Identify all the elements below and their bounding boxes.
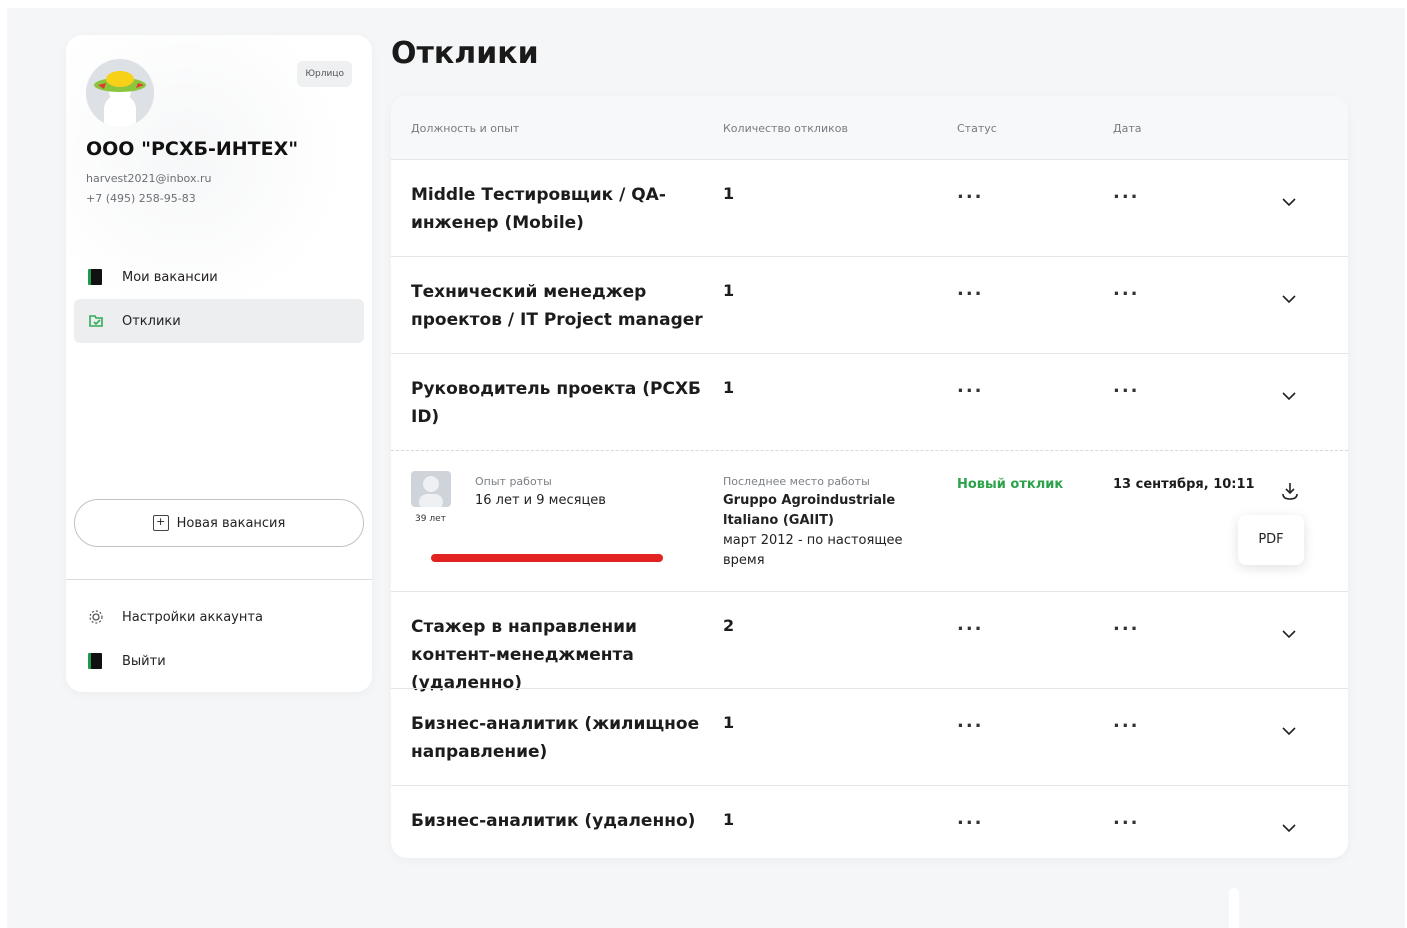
- status-badge: Новый отклик: [957, 477, 1064, 492]
- response-count: 1: [723, 378, 735, 397]
- folder-icon: [88, 313, 103, 329]
- table-header: Должность и опыт Количество откликов Ста…: [391, 96, 1348, 159]
- vacancy-title: Бизнес-аналитик (жилищное направление): [411, 714, 700, 762]
- date-value: ...: [1113, 808, 1140, 829]
- last-job-period: март 2012 - по настоящее время: [723, 533, 903, 568]
- company-name: ООО "РСХБ-ИНТЕХ": [86, 138, 299, 160]
- experience-label: Опыт работы: [475, 475, 552, 488]
- date-value: ...: [1113, 376, 1140, 397]
- status-value: ...: [957, 376, 984, 397]
- pdf-menu-item[interactable]: PDF: [1238, 515, 1304, 565]
- status-value: ...: [957, 279, 984, 300]
- last-job-company: Gruppo Agroindustriale ltaliano (GAIIT): [723, 493, 896, 528]
- vacancy-title: Стажер в направлении контент-менеджмента…: [411, 617, 637, 693]
- chevron-down-icon[interactable]: [1281, 291, 1297, 307]
- sidebar-item-my-vacancies[interactable]: Мои вакансии: [74, 255, 364, 299]
- new-vacancy-button[interactable]: + Новая вакансия: [74, 499, 364, 547]
- header-count: Количество откликов: [723, 122, 848, 135]
- header-position: Должность и опыт: [411, 122, 520, 135]
- response-count: 1: [723, 281, 735, 300]
- response-date: 13 сентября, 10:11: [1113, 477, 1255, 492]
- chevron-down-icon[interactable]: [1281, 723, 1297, 739]
- response-count: 1: [723, 713, 735, 732]
- table-row[interactable]: Бизнес-аналитик (жилищное направление) 1…: [391, 688, 1348, 785]
- company-avatar: [86, 59, 154, 127]
- header-status: Статус: [957, 122, 997, 135]
- vacancy-title: Руководитель проекта (РСХБ ID): [411, 379, 702, 427]
- new-vacancy-label: Новая вакансия: [176, 515, 286, 531]
- page-title: Отклики: [391, 36, 539, 71]
- status-value: ...: [957, 182, 984, 203]
- status-value: ...: [957, 808, 984, 829]
- highlight-bar: [431, 554, 663, 562]
- sidebar-item-account-settings[interactable]: Настройки аккаунта: [74, 595, 364, 639]
- status-value: ...: [957, 711, 984, 732]
- legal-entity-badge: Юрлицо: [297, 61, 352, 87]
- vacancy-title: Бизнес-аналитик (удаленно): [411, 811, 696, 831]
- response-count: 1: [723, 184, 735, 203]
- vacancy-title: Middle Тестировщик / QA-инженер (Mobile): [411, 185, 666, 233]
- chevron-down-icon[interactable]: [1281, 626, 1297, 642]
- date-value: ...: [1113, 614, 1140, 635]
- date-value: ...: [1113, 711, 1140, 732]
- company-phone: +7 (495) 258-95-83: [86, 192, 196, 205]
- table-row[interactable]: Бизнес-аналитик (удаленно) 1 ... ...: [391, 785, 1348, 858]
- table-row[interactable]: Технический менеджер проектов / IT Proje…: [391, 256, 1348, 353]
- book-icon: [88, 269, 102, 285]
- sidebar-item-responses[interactable]: Отклики: [74, 299, 364, 343]
- chevron-down-icon[interactable]: [1281, 820, 1297, 836]
- candidate-age: 39 лет: [415, 514, 446, 524]
- add-document-icon: +: [152, 515, 169, 531]
- last-job-label: Последнее место работы: [723, 475, 870, 488]
- date-value: ...: [1113, 279, 1140, 300]
- logout-icon: [88, 653, 102, 669]
- candidate-avatar: [411, 471, 451, 507]
- company-email: harvest2021@inbox.ru: [86, 172, 212, 185]
- responses-table: Должность и опыт Количество откликов Ста…: [391, 96, 1348, 858]
- sidebar: Юрлицо ООО "РСХБ-ИНТЕХ" harvest2021@inbo…: [66, 35, 372, 692]
- avatar-hat-icon: [86, 59, 154, 127]
- header-date: Дата: [1113, 122, 1142, 135]
- gear-icon: [88, 609, 103, 625]
- experience-value: 16 лет и 9 месяцев: [475, 493, 606, 508]
- table-row[interactable]: Стажер в направлении контент-менеджмента…: [391, 591, 1348, 693]
- sidebar-divider: [66, 579, 372, 580]
- table-row[interactable]: Руководитель проекта (РСХБ ID) 1 ... ...: [391, 353, 1348, 450]
- sidebar-item-label: Мои вакансии: [122, 269, 218, 285]
- status-value: ...: [957, 614, 984, 635]
- sidebar-item-logout[interactable]: Выйти: [74, 639, 364, 683]
- response-count: 2: [723, 616, 735, 635]
- decorative-mark: [1229, 888, 1239, 928]
- vacancy-title: Технический менеджер проектов / IT Proje…: [411, 282, 703, 330]
- sidebar-item-label: Выйти: [122, 653, 166, 669]
- response-count: 1: [723, 810, 735, 829]
- candidate-row[interactable]: 39 лет Опыт работы 16 лет и 9 месяцев По…: [391, 450, 1348, 591]
- date-value: ...: [1113, 182, 1140, 203]
- chevron-down-icon[interactable]: [1281, 388, 1297, 404]
- sidebar-item-label: Отклики: [122, 313, 181, 329]
- download-icon[interactable]: [1281, 481, 1299, 501]
- chevron-down-icon[interactable]: [1281, 194, 1297, 210]
- sidebar-item-label: Настройки аккаунта: [122, 609, 263, 625]
- table-row[interactable]: Middle Тестировщик / QA-инженер (Mobile)…: [391, 159, 1348, 256]
